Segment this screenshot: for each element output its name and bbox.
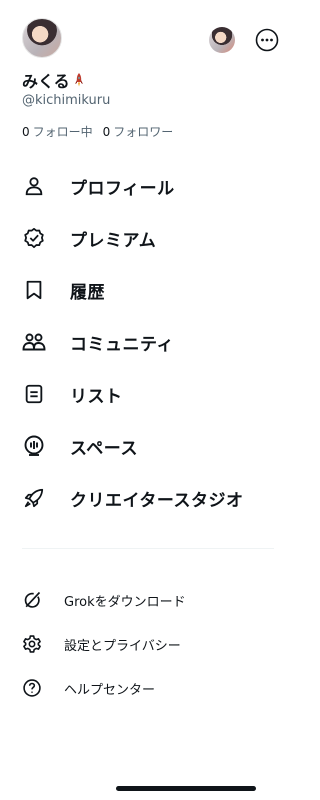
spaces-icon (22, 434, 46, 458)
nav-item-premium[interactable]: プレミアム (0, 212, 296, 264)
nav-item-help-center[interactable]: ヘルプセンター (0, 666, 296, 710)
nav-item-download-grok[interactable]: Grokをダウンロード (0, 578, 296, 622)
nav-item-label: プレミアム (70, 230, 157, 251)
nav-item-creator-studio[interactable]: クリエイタースタジオ (0, 472, 296, 524)
display-name-text: みくる (22, 72, 70, 91)
nav-item-label: クリエイタースタジオ (70, 490, 244, 511)
verified-badge-icon (22, 226, 46, 250)
profile-avatar[interactable] (22, 18, 62, 58)
nav-item-label: Grokをダウンロード (64, 594, 186, 610)
nav-item-spaces[interactable]: スペース (0, 420, 296, 472)
nav-item-communities[interactable]: コミュニティ (0, 316, 296, 368)
nav-item-label: コミュニティ (70, 334, 174, 355)
followers-label: フォロワー (113, 125, 174, 139)
home-indicator[interactable] (116, 786, 256, 791)
account-switch-avatar[interactable] (209, 27, 235, 53)
people-icon (22, 330, 46, 354)
nav-item-label: スペース (70, 438, 138, 459)
nav-item-label: 設定とプライバシー (64, 638, 181, 654)
divider (22, 548, 274, 549)
nav-item-label: ヘルプセンター (64, 682, 156, 698)
person-icon (22, 174, 46, 198)
main-nav: プロフィール プレミアム 履歴 コミュニティ リスト スペース クリエイタースタ… (0, 160, 296, 524)
following-label: フォロー中 (32, 125, 93, 139)
bookmark-icon (22, 278, 46, 302)
nav-item-label: 履歴 (70, 282, 105, 303)
nav-item-profile[interactable]: プロフィール (0, 160, 296, 212)
secondary-nav: Grokをダウンロード 設定とプライバシー ヘルプセンター (0, 578, 296, 710)
display-name: みくる (22, 68, 86, 92)
nav-item-lists[interactable]: リスト (0, 368, 296, 420)
nav-item-label: リスト (70, 386, 123, 407)
more-icon (255, 28, 279, 52)
followers-count: 0 (102, 125, 111, 139)
nav-item-settings[interactable]: 設定とプライバシー (0, 622, 296, 666)
more-options-button[interactable] (254, 27, 280, 53)
gear-icon (22, 634, 42, 654)
user-handle: @kichimikuru (22, 93, 111, 108)
list-icon (22, 382, 46, 406)
help-icon (22, 678, 42, 698)
grok-icon (22, 590, 42, 610)
following-link[interactable]: 0 フォロー中 (22, 123, 93, 140)
following-count: 0 (22, 125, 30, 139)
follow-stats: 0 フォロー中 0 フォロワー (22, 123, 173, 140)
rocket-emoji-icon (74, 73, 83, 87)
rocket-icon (22, 486, 46, 510)
nav-item-label: プロフィール (70, 178, 175, 199)
followers-link[interactable]: 0 フォロワー (103, 123, 174, 140)
nav-item-history[interactable]: 履歴 (0, 264, 296, 316)
